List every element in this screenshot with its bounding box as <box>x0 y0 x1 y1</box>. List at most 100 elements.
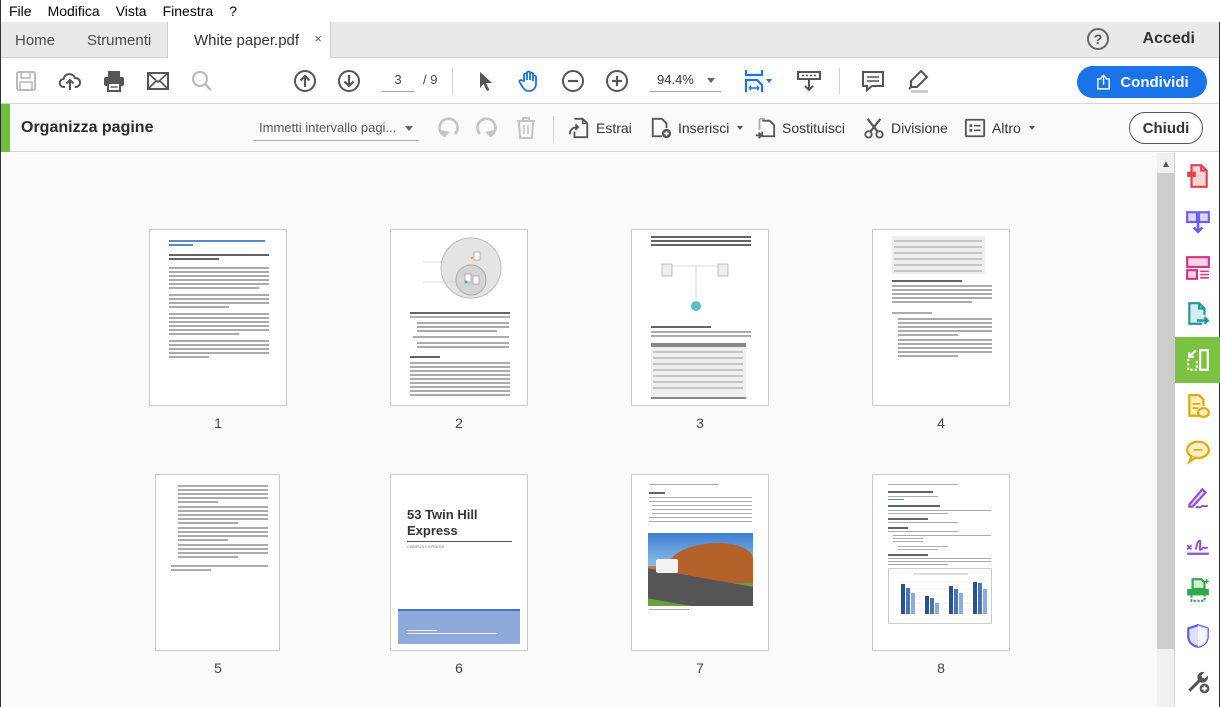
tools-rail <box>1174 153 1220 707</box>
page-thumbnail[interactable] <box>631 229 769 406</box>
help-icon[interactable]: ? <box>1087 28 1109 50</box>
delete-icon[interactable] <box>514 116 538 140</box>
menu-help[interactable]: ? <box>229 3 237 19</box>
highlight-icon[interactable] <box>904 68 930 94</box>
share-button[interactable]: Condividi <box>1077 66 1207 98</box>
protect-icon[interactable] <box>1175 613 1220 659</box>
zoom-level-value: 94.4% <box>657 72 694 87</box>
fill-sign-icon[interactable] <box>1175 475 1220 521</box>
page-range-input[interactable]: Immetti intervallo pagi... <box>253 117 419 141</box>
rotate-left-icon[interactable] <box>437 116 461 140</box>
edit-pdf-icon[interactable] <box>1175 245 1220 291</box>
insert-button[interactable]: Inserisci <box>650 116 744 140</box>
comment-tool-icon[interactable] <box>1175 429 1220 475</box>
upload-cloud-icon[interactable] <box>57 68 83 94</box>
page-thumbnail[interactable] <box>155 474 280 651</box>
page-number-label: 6 <box>455 660 463 676</box>
search-icon[interactable] <box>189 68 215 94</box>
extract-icon <box>568 117 589 139</box>
export-pdf-icon[interactable] <box>1175 291 1220 337</box>
prev-page-icon[interactable] <box>292 68 318 94</box>
rotate-right-icon[interactable] <box>474 116 498 140</box>
tab-document-label: White paper.pdf <box>194 32 300 49</box>
print-icon[interactable] <box>101 68 127 94</box>
organize-pages-icon[interactable] <box>1175 337 1220 383</box>
extract-button[interactable]: Estrai <box>568 116 632 140</box>
split-button[interactable]: Divisione <box>863 116 948 140</box>
page-thumbnail[interactable] <box>390 229 528 406</box>
request-signature-icon[interactable] <box>1175 521 1220 567</box>
menu-window[interactable]: Finestra <box>163 3 214 19</box>
signin-button[interactable]: Accedi <box>1143 30 1195 48</box>
insert-page-icon <box>651 117 672 139</box>
page-thumbnail[interactable] <box>631 474 769 651</box>
comment-icon[interactable] <box>860 68 886 94</box>
page-number-label: 8 <box>937 660 945 676</box>
extract-label: Estrai <box>596 120 632 136</box>
share-icon <box>1097 73 1111 90</box>
page-thumbnail[interactable] <box>872 474 1010 651</box>
zoom-level-select[interactable]: 94.4% <box>649 70 721 92</box>
page-thumbnails-area: 1 2 3 4 5 53 Twin Hill Express CAMPUS EX… <box>1 153 1157 707</box>
total-pages: / 9 <box>423 72 438 87</box>
select-arrow-icon[interactable] <box>473 68 499 94</box>
more-tools-icon[interactable] <box>1175 659 1220 705</box>
next-page-icon[interactable] <box>336 68 362 94</box>
replace-button[interactable]: Sostituisci <box>754 116 845 140</box>
combine-files-icon[interactable] <box>1175 199 1220 245</box>
split-label: Divisione <box>891 120 948 136</box>
insert-label: Inserisci <box>678 120 730 136</box>
create-pdf-icon[interactable] <box>1175 153 1220 199</box>
tab-home[interactable]: Home <box>15 22 55 58</box>
toolbar-divider <box>839 68 840 94</box>
menu-edit[interactable]: Modifica <box>48 3 100 19</box>
list-icon <box>964 118 986 138</box>
scroll-mode-icon[interactable] <box>796 68 822 94</box>
hand-icon[interactable] <box>516 68 542 94</box>
chevron-down-icon <box>1028 126 1035 130</box>
page-number-label: 3 <box>696 415 704 431</box>
vertical-scrollbar[interactable]: ▲ <box>1157 153 1174 707</box>
organize-pages-toolbar: Organizza pagine Immetti intervallo pagi… <box>1 104 1219 152</box>
bus-photo <box>648 533 753 606</box>
page-range-placeholder: Immetti intervallo pagi... <box>259 120 397 135</box>
menu-bar: File Modifica Vista Finestra ? <box>1 0 1220 22</box>
acrobat-window: File Modifica Vista Finestra ? Home Stru… <box>0 0 1220 707</box>
main-toolbar: 3 / 9 94.4% Condividi <box>1 58 1219 104</box>
tab-bar: Home Strumenti White paper.pdf × ? Acced… <box>1 22 1219 59</box>
email-icon[interactable] <box>145 68 171 94</box>
more-label: Altro <box>992 120 1021 136</box>
close-tab-icon[interactable]: × <box>314 31 322 46</box>
cover-subtitle: CAMPUS EXPRESS <box>407 544 445 549</box>
scroll-up-icon[interactable]: ▲ <box>1161 159 1171 170</box>
menu-view[interactable]: Vista <box>116 3 147 19</box>
tab-document[interactable]: White paper.pdf × <box>167 22 331 59</box>
page-number-field[interactable]: 3 / 9 <box>381 70 441 92</box>
organize-accent-bar <box>1 104 10 152</box>
tab-tools[interactable]: Strumenti <box>87 22 151 58</box>
chevron-down-icon <box>707 78 715 83</box>
scrollbar-thumb[interactable] <box>1157 173 1174 649</box>
toolbar-divider <box>452 68 453 94</box>
fit-page-icon[interactable] <box>741 68 777 94</box>
close-organize-button[interactable]: Chiudi <box>1129 112 1203 144</box>
replace-page-icon <box>755 117 776 139</box>
organize-title: Organizza pagine <box>21 119 154 136</box>
page-number-label: 5 <box>214 660 222 676</box>
current-page-input[interactable]: 3 <box>381 70 415 92</box>
chevron-down-icon <box>405 126 413 131</box>
page-thumbnail[interactable] <box>149 229 287 406</box>
page-thumbnail[interactable] <box>872 229 1010 406</box>
page-number-label: 4 <box>937 415 945 431</box>
zoom-out-icon[interactable] <box>560 68 586 94</box>
more-button[interactable]: Altro <box>964 116 1035 140</box>
print-production-icon[interactable] <box>1175 567 1220 613</box>
save-icon[interactable] <box>13 68 39 94</box>
scissors-icon <box>864 118 884 139</box>
zoom-in-icon[interactable] <box>604 68 630 94</box>
page-thumbnail[interactable]: 53 Twin Hill Express CAMPUS EXPRESS <box>390 474 528 651</box>
page-number-label: 1 <box>214 415 222 431</box>
menu-file[interactable]: File <box>9 3 32 19</box>
send-for-comments-icon[interactable] <box>1175 383 1220 429</box>
page-number-label: 7 <box>696 660 704 676</box>
